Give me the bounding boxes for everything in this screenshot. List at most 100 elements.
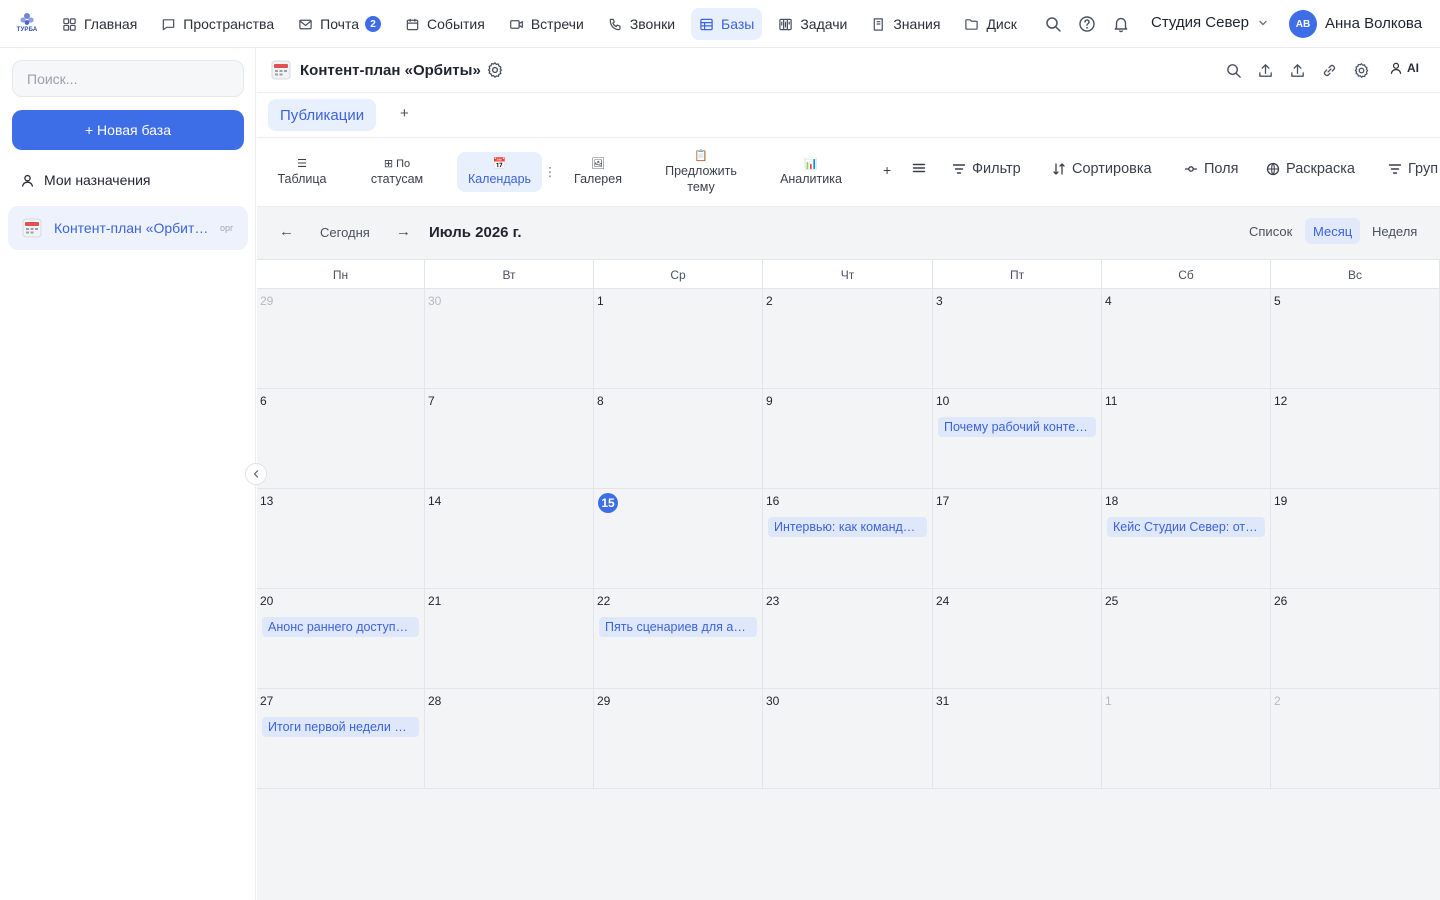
day-cell[interactable]: 8 bbox=[594, 389, 763, 489]
day-cell[interactable]: 25 bbox=[1102, 589, 1271, 689]
collapse-sidebar-button[interactable] bbox=[245, 463, 267, 485]
day-cell[interactable]: 21 bbox=[425, 589, 594, 689]
my-assignments-label: Мои назначения bbox=[44, 172, 151, 188]
day-cell[interactable]: 28 bbox=[425, 689, 594, 789]
fields-button[interactable]: Поля bbox=[1184, 161, 1238, 177]
mode-month[interactable]: Месяц bbox=[1305, 218, 1361, 244]
day-cell[interactable]: 9 bbox=[763, 389, 933, 489]
my-assignments-link[interactable]: Мои назначения bbox=[20, 172, 151, 188]
base-settings-icon[interactable] bbox=[486, 61, 504, 79]
nav-item-calls[interactable]: Звонки bbox=[600, 8, 683, 40]
day-cell[interactable]: 23 bbox=[763, 589, 933, 689]
nav-item-events[interactable]: События bbox=[397, 8, 493, 40]
nav-item-home[interactable]: Главная bbox=[54, 8, 145, 40]
search-icon[interactable] bbox=[1044, 15, 1062, 33]
view-gallery[interactable]: 🖼 Галерея bbox=[562, 152, 634, 192]
workspace-switcher[interactable]: Студия Север bbox=[1151, 14, 1269, 31]
bell-icon[interactable] bbox=[1112, 15, 1130, 33]
nav-item-spaces[interactable]: Пространства bbox=[153, 8, 282, 40]
day-cell[interactable]: 5 bbox=[1271, 289, 1440, 389]
view-analytics[interactable]: 📊 Аналитика bbox=[769, 152, 853, 192]
day-cell[interactable]: 15 bbox=[594, 489, 763, 589]
calendar-event[interactable]: Интервью: как команда Орбиты bbox=[768, 517, 927, 537]
menu-icon bbox=[912, 163, 926, 173]
day-cell[interactable]: 30 bbox=[763, 689, 933, 789]
sidebar-item-content-plan[interactable]: Контент-план «Орбиты» орг bbox=[8, 206, 248, 250]
day-cell[interactable]: 2 bbox=[1271, 689, 1440, 789]
prev-month-button[interactable]: ← bbox=[279, 223, 294, 240]
day-cell[interactable]: 1 bbox=[1102, 689, 1271, 789]
today-button[interactable]: Сегодня bbox=[320, 225, 370, 240]
day-cell[interactable]: 6 bbox=[257, 389, 425, 489]
calendar-event[interactable]: Итоги первой недели релиза bbox=[262, 717, 419, 737]
day-cell[interactable]: 31 bbox=[933, 689, 1102, 789]
link-icon[interactable] bbox=[1321, 62, 1338, 79]
day-cell[interactable]: 11 bbox=[1102, 389, 1271, 489]
new-base-button[interactable]: + Новая база bbox=[12, 110, 244, 150]
calendar-event[interactable]: Анонс раннего доступа Орбиты bbox=[262, 617, 419, 637]
day-cell[interactable]: 7 bbox=[425, 389, 594, 489]
help-icon[interactable] bbox=[1078, 15, 1096, 33]
mode-list[interactable]: Список bbox=[1241, 218, 1300, 244]
day-cell[interactable]: 16 Интервью: как команда Орбиты bbox=[763, 489, 933, 589]
day-cell[interactable]: 2 bbox=[763, 289, 933, 389]
day-number: 22 bbox=[597, 594, 611, 608]
export-icon[interactable] bbox=[1289, 62, 1306, 79]
import-icon[interactable] bbox=[1257, 62, 1274, 79]
add-view-button[interactable]: + bbox=[883, 162, 891, 178]
user-name[interactable]: Анна Волкова bbox=[1325, 15, 1422, 32]
nav-item-knowledge[interactable]: Знания bbox=[863, 8, 948, 40]
day-cell[interactable]: 14 bbox=[425, 489, 594, 589]
app-logo[interactable]: ТУРБА bbox=[16, 11, 38, 37]
view-by-status[interactable]: ⊞ По статусам bbox=[359, 152, 435, 192]
day-cell[interactable]: 3 bbox=[933, 289, 1102, 389]
view-more-menu[interactable]: ⋮ bbox=[543, 152, 557, 192]
weekday-label: Вс bbox=[1271, 260, 1440, 289]
tab-publications[interactable]: Публикации bbox=[268, 99, 377, 131]
filter-button[interactable]: Фильтр bbox=[952, 161, 1021, 177]
views-menu-button[interactable] bbox=[912, 161, 932, 175]
day-cell[interactable]: 1 bbox=[594, 289, 763, 389]
day-cell[interactable]: 17 bbox=[933, 489, 1102, 589]
logo-text: ТУРБА bbox=[16, 27, 38, 33]
day-cell[interactable]: 26 bbox=[1271, 589, 1440, 689]
day-cell[interactable]: 20 Анонс раннего доступа Орбиты bbox=[257, 589, 425, 689]
day-cell[interactable]: 10 Почему рабочий контент ломается bbox=[933, 389, 1102, 489]
view-table[interactable]: ☰ Таблица bbox=[270, 152, 334, 192]
day-cell[interactable]: 29 bbox=[594, 689, 763, 789]
calendar-event[interactable]: Почему рабочий контент ломается bbox=[938, 417, 1096, 437]
search-icon[interactable] bbox=[1225, 62, 1242, 79]
nav-item-disk[interactable]: Диск bbox=[956, 8, 1024, 40]
day-number: 18 bbox=[1105, 494, 1119, 508]
day-cell[interactable]: 22 Пять сценариев для автоматизации bbox=[594, 589, 763, 689]
day-cell[interactable]: 27 Итоги первой недели релиза bbox=[257, 689, 425, 789]
mode-week[interactable]: Неделя bbox=[1364, 218, 1425, 244]
settings-icon[interactable] bbox=[1353, 62, 1370, 79]
coloring-button[interactable]: Раскраска bbox=[1266, 161, 1355, 177]
ai-assistant-button[interactable]: AI bbox=[1389, 61, 1419, 75]
calendar-event[interactable]: Пять сценариев для автоматизации bbox=[599, 617, 757, 637]
day-cell[interactable]: 13 bbox=[257, 489, 425, 589]
view-suggest-topic[interactable]: 📋 Предложить тему bbox=[651, 146, 751, 198]
day-cell[interactable]: 30 bbox=[425, 289, 594, 389]
day-cell[interactable]: 24 bbox=[933, 589, 1102, 689]
nav-item-tasks[interactable]: Задачи bbox=[770, 8, 855, 40]
next-month-button[interactable]: → bbox=[396, 223, 411, 240]
add-table-button[interactable]: + bbox=[400, 105, 409, 122]
calendar-event[interactable]: Кейс Студии Север: от хаоса bbox=[1107, 517, 1265, 537]
avatar[interactable]: АВ bbox=[1289, 10, 1317, 38]
group-button[interactable]: Груп bbox=[1388, 161, 1438, 177]
view-icon: ⊞ По bbox=[383, 157, 411, 170]
day-cell[interactable]: 18 Кейс Студии Север: от хаоса bbox=[1102, 489, 1271, 589]
sort-button[interactable]: Сортировка bbox=[1052, 161, 1152, 177]
sidebar-search-input[interactable] bbox=[12, 60, 244, 97]
nav-item-bases[interactable]: Базы bbox=[691, 8, 763, 40]
view-calendar[interactable]: 📅 Календарь bbox=[457, 152, 542, 192]
nav-item-meetings[interactable]: Встречи bbox=[501, 8, 592, 40]
nav-item-mail[interactable]: Почта 2 bbox=[290, 8, 389, 40]
day-cell[interactable]: 19 bbox=[1271, 489, 1440, 589]
day-cell[interactable]: 29 bbox=[257, 289, 425, 389]
day-cell[interactable]: 4 bbox=[1102, 289, 1271, 389]
day-cell[interactable]: 12 bbox=[1271, 389, 1440, 489]
view-label: Таблица bbox=[277, 171, 327, 186]
